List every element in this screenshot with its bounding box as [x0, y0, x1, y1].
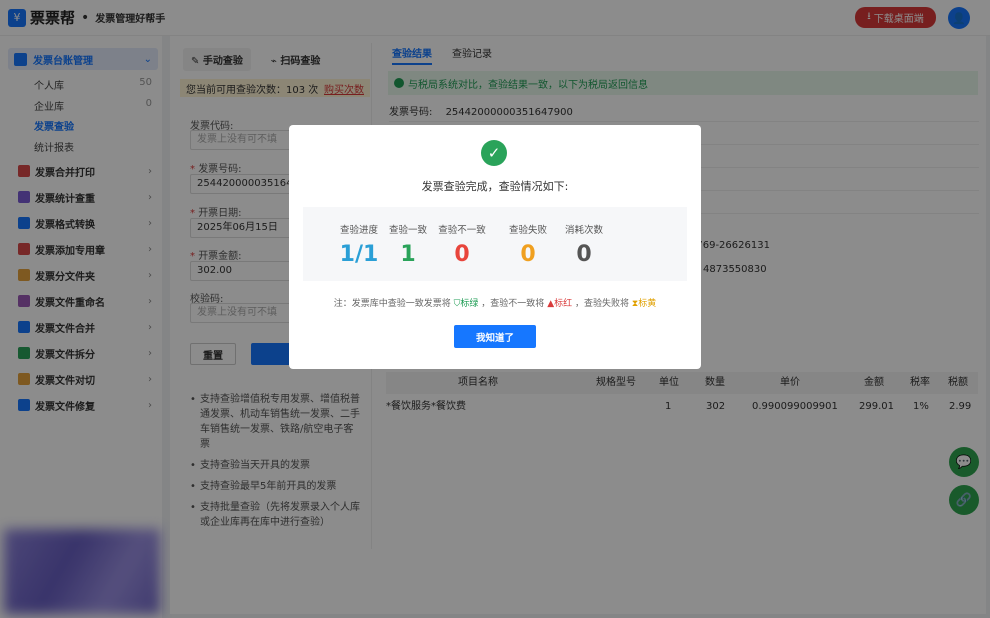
stat-inconsistent: 查验不一致 0	[431, 222, 493, 267]
stat-value: 1	[400, 242, 416, 267]
note-yellow-label: 标黄	[638, 299, 657, 309]
acknowledge-button[interactable]: 我知道了	[454, 325, 536, 348]
check-complete-dialog: ✓ 发票查验完成，查验情况如下: 查验进度 1/1 查验一致 1 查验不一致 0…	[289, 125, 701, 369]
stat-consistent: 查验一致 1	[383, 222, 433, 267]
stat-value: 0	[520, 242, 536, 267]
color-marking-note: 注：发票库中查验一致发票将 ⛉标绿 ，查验不一致将 ▲标红 ，查验失败将 ⧗标黄	[289, 296, 701, 309]
green-mark: ⛉标绿	[453, 299, 479, 309]
note-text: 注：发票库中查验一致发票将	[333, 299, 451, 309]
stat-label: 查验一致	[388, 225, 427, 236]
red-mark: ▲标红	[547, 299, 573, 309]
stat-label: 查验失败	[508, 225, 547, 236]
check-stats: 查验进度 1/1 查验一致 1 查验不一致 0 查验失败 0 消耗次数 0	[303, 207, 687, 281]
yellow-mark: ⧗标黄	[631, 299, 657, 309]
stat-value: 0	[576, 242, 592, 267]
stat-failed: 查验失败 0	[503, 222, 553, 267]
note-green-label: 标绿	[460, 299, 479, 309]
stat-consumed: 消耗次数 0	[559, 222, 609, 267]
stat-label: 查验不一致	[438, 225, 486, 236]
note-red-label: 标红	[554, 299, 573, 309]
stat-label: 消耗次数	[564, 225, 603, 236]
success-check-icon: ✓	[481, 140, 507, 166]
stat-value: 0	[454, 242, 470, 267]
note-text: ，查验失败将	[575, 299, 630, 309]
note-text: ，查验不一致将	[481, 299, 545, 309]
dialog-title: 发票查验完成，查验情况如下:	[421, 180, 569, 193]
